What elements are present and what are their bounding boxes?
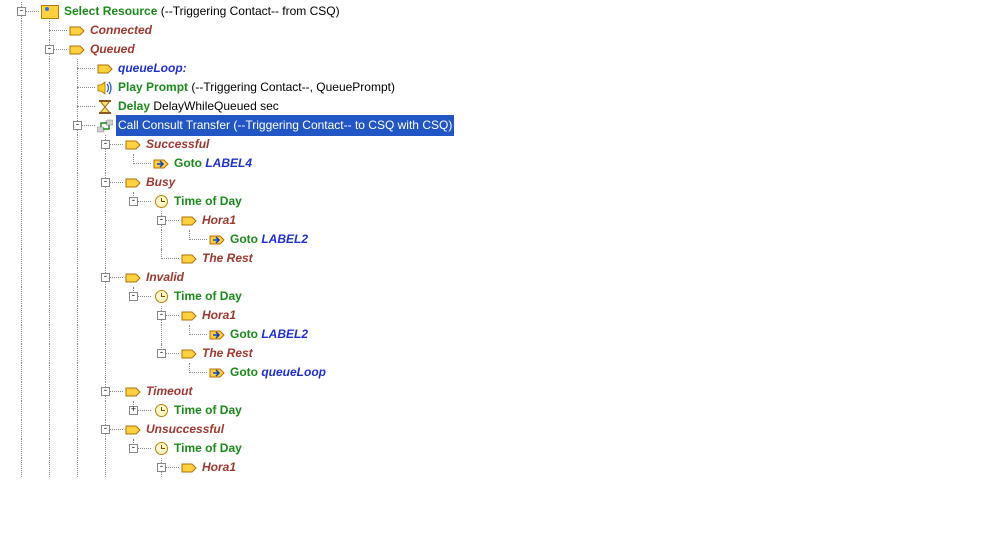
unsuccessful-label: Unsuccessful xyxy=(144,419,226,440)
node-play-prompt[interactable]: Play Prompt (--Triggering Contact--, Que… xyxy=(13,78,999,97)
node-hora1-invalid[interactable]: - Hora1 xyxy=(13,306,999,325)
node-invalid[interactable]: - Invalid xyxy=(13,268,999,287)
timeofday-busy-label: Time of Day xyxy=(172,191,244,212)
node-busy[interactable]: - Busy xyxy=(13,173,999,192)
call-consult-label: Call Consult Transfer (--Triggering Cont… xyxy=(116,115,454,136)
tag-icon xyxy=(181,213,197,229)
tag-icon xyxy=(125,422,141,438)
tag-icon xyxy=(125,384,141,400)
toggle-invalid[interactable]: - xyxy=(101,273,110,282)
toggle-timeofday-unsuccessful[interactable]: - xyxy=(129,444,138,453)
tag-icon xyxy=(69,23,85,39)
resource-icon xyxy=(41,5,59,19)
toggle-unsuccessful[interactable]: - xyxy=(101,425,110,434)
therest-busy-label: The Rest xyxy=(200,248,255,269)
toggle-call-consult[interactable]: - xyxy=(73,121,82,130)
goto-label2-busy-label: Goto LABEL2 xyxy=(228,229,310,250)
node-hora1-busy[interactable]: - Hora1 xyxy=(13,211,999,230)
speaker-icon xyxy=(97,80,113,96)
tag-icon xyxy=(125,137,141,153)
select-resource-label: Select Resource (--Triggering Contact-- … xyxy=(62,1,342,22)
clock-icon xyxy=(153,194,169,210)
goto-queueloop-label: Goto queueLoop xyxy=(228,362,328,383)
clock-icon xyxy=(153,441,169,457)
toggle-timeofday-invalid[interactable]: - xyxy=(129,292,138,301)
toggle-therest-invalid[interactable]: - xyxy=(157,349,166,358)
node-hora1-unsuccessful[interactable]: - Hora1 xyxy=(13,458,999,477)
successful-label: Successful xyxy=(144,134,211,155)
tag-icon xyxy=(69,42,85,58)
toggle-hora1-unsuccessful[interactable]: - xyxy=(157,463,166,472)
hourglass-icon xyxy=(97,99,113,115)
phone-transfer-icon xyxy=(97,118,113,134)
delay-label: Delay DelayWhileQueued sec xyxy=(116,96,281,117)
busy-label: Busy xyxy=(144,172,177,193)
node-timeofday-invalid[interactable]: - Time of Day xyxy=(13,287,999,306)
play-prompt-label: Play Prompt (--Triggering Contact--, Que… xyxy=(116,77,397,98)
node-queueloop[interactable]: queueLoop: xyxy=(13,59,999,78)
clock-icon xyxy=(153,289,169,305)
script-tree[interactable]: - Select Resource (--Triggering Contact-… xyxy=(0,0,999,477)
toggle-timeofday-timeout[interactable]: + xyxy=(129,406,138,415)
toggle-timeofday-busy[interactable]: - xyxy=(129,197,138,206)
connected-label: Connected xyxy=(88,20,154,41)
tag-icon xyxy=(97,61,113,77)
timeofday-invalid-label: Time of Day xyxy=(172,286,244,307)
node-timeofday-timeout[interactable]: + Time of Day xyxy=(13,401,999,420)
node-unsuccessful[interactable]: - Unsuccessful xyxy=(13,420,999,439)
tag-icon xyxy=(181,251,197,267)
node-delay[interactable]: Delay DelayWhileQueued sec xyxy=(13,97,999,116)
queueloop-label: queueLoop: xyxy=(116,58,189,79)
goto-label4-label: Goto LABEL4 xyxy=(172,153,254,174)
therest-invalid-label: The Rest xyxy=(200,343,255,364)
goto-icon xyxy=(209,232,225,248)
timeout-label: Timeout xyxy=(144,381,194,402)
toggle-queued[interactable]: - xyxy=(45,45,54,54)
node-successful[interactable]: - Successful xyxy=(13,135,999,154)
node-goto-label2-invalid[interactable]: Goto LABEL2 xyxy=(13,325,999,344)
goto-icon xyxy=(153,156,169,172)
node-goto-label2-busy[interactable]: Goto LABEL2 xyxy=(13,230,999,249)
timeofday-unsuccessful-label: Time of Day xyxy=(172,438,244,459)
tag-icon xyxy=(181,346,197,362)
toggle-busy[interactable]: - xyxy=(101,178,110,187)
invalid-label: Invalid xyxy=(144,267,186,288)
toggle-hora1-invalid[interactable]: - xyxy=(157,311,166,320)
hora1-invalid-label: Hora1 xyxy=(200,305,238,326)
tag-icon xyxy=(125,175,141,191)
clock-icon xyxy=(153,403,169,419)
toggle-select-resource[interactable]: - xyxy=(17,7,26,16)
node-connected[interactable]: Connected xyxy=(13,21,999,40)
hora1-busy-label: Hora1 xyxy=(200,210,238,231)
node-therest-invalid[interactable]: - The Rest xyxy=(13,344,999,363)
node-queued[interactable]: - Queued xyxy=(13,40,999,59)
toggle-hora1-busy[interactable]: - xyxy=(157,216,166,225)
node-timeout[interactable]: - Timeout xyxy=(13,382,999,401)
toggle-successful[interactable]: - xyxy=(101,140,110,149)
tag-icon xyxy=(181,308,197,324)
goto-icon xyxy=(209,365,225,381)
timeofday-timeout-label: Time of Day xyxy=(172,400,244,421)
toggle-timeout[interactable]: - xyxy=(101,387,110,396)
node-call-consult-transfer[interactable]: - Call Consult Transfer (--Triggering Co… xyxy=(13,116,999,135)
node-therest-busy[interactable]: The Rest xyxy=(13,249,999,268)
hora1-unsuccessful-label: Hora1 xyxy=(200,457,238,478)
tag-icon xyxy=(125,270,141,286)
node-timeofday-busy[interactable]: - Time of Day xyxy=(13,192,999,211)
queued-label: Queued xyxy=(88,39,137,60)
node-goto-queueloop[interactable]: Goto queueLoop xyxy=(13,363,999,382)
tag-icon xyxy=(181,460,197,476)
node-goto-label4[interactable]: Goto LABEL4 xyxy=(13,154,999,173)
goto-icon xyxy=(209,327,225,343)
node-select-resource[interactable]: - Select Resource (--Triggering Contact-… xyxy=(13,2,999,21)
node-timeofday-unsuccessful[interactable]: - Time of Day xyxy=(13,439,999,458)
goto-label2-invalid-label: Goto LABEL2 xyxy=(228,324,310,345)
